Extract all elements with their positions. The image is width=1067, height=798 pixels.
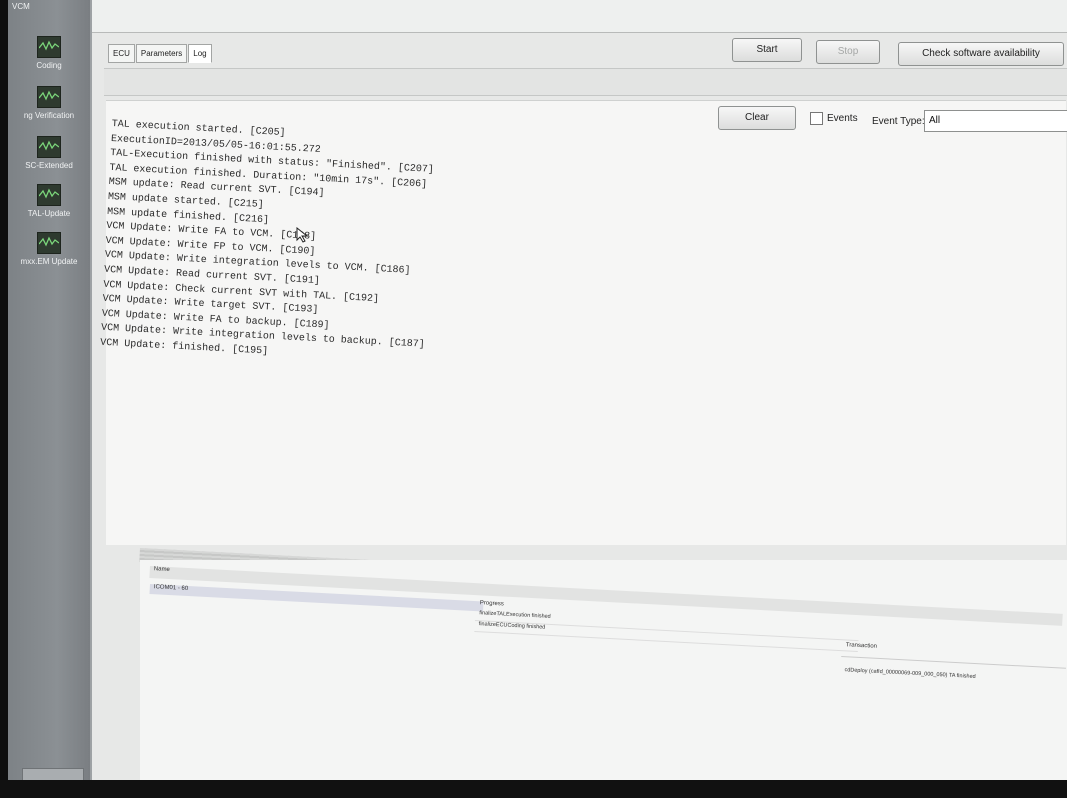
waveform-icon <box>37 184 61 206</box>
sidebar-item-sc-extended[interactable]: SC-Extended <box>8 136 90 170</box>
event-type-label: Event Type: <box>872 116 925 127</box>
waveform-icon <box>37 232 61 254</box>
sidebar-item-verification[interactable]: ng Verification <box>8 86 90 120</box>
launcher-sidebar: VCM Coding ng Verification SC-Extended T… <box>8 0 92 790</box>
sidebar-item-label: ng Verification <box>23 111 75 120</box>
tab-log[interactable]: Log <box>188 44 212 63</box>
mouse-cursor-icon <box>296 227 309 243</box>
secondary-toolbar <box>104 68 1067 96</box>
sidebar-item-label: VCM <box>12 2 30 11</box>
start-button[interactable]: Start <box>732 38 802 62</box>
sidebar-item-label: mxx.EM Update <box>20 257 78 266</box>
sidebar-item-coding[interactable]: Coding <box>8 36 90 70</box>
clear-button[interactable]: Clear <box>718 106 796 130</box>
events-label: Events <box>827 113 858 124</box>
sidebar-item-label: TAL-Update <box>27 209 71 218</box>
waveform-icon <box>37 136 61 158</box>
tab-bar: ECU Parameters Log <box>108 44 213 63</box>
events-toggle[interactable]: Events <box>810 112 858 125</box>
list-item[interactable]: cdDeploy (cafId_00000069-009_000_050) TA… <box>840 667 1065 691</box>
status-table-panel: Name ICOM01 - 60 Progress finalizeTALExe… <box>140 560 1067 790</box>
waveform-icon <box>37 86 61 108</box>
waveform-icon <box>37 36 61 58</box>
event-type-select[interactable]: All <box>924 110 1067 132</box>
sidebar-item-label: SC-Extended <box>25 161 73 170</box>
check-software-availability-button[interactable]: Check software availability <box>898 42 1064 66</box>
sidebar-item-em-update[interactable]: mxx.EM Update <box>8 232 90 266</box>
tab-parameters[interactable]: Parameters <box>135 44 188 63</box>
events-checkbox[interactable] <box>810 112 823 125</box>
log-lines: TAL execution started. [C205] ExecutionI… <box>100 119 436 369</box>
main-window: ECU Parameters Log Start Stop Check soft… <box>92 0 1067 790</box>
sidebar-item-tal-update[interactable]: TAL-Update <box>8 184 90 218</box>
top-strip <box>92 0 1067 33</box>
stop-button[interactable]: Stop <box>816 40 880 64</box>
sidebar-item-label: Coding <box>36 61 62 70</box>
log-panel[interactable]: TAL execution started. [C205] ExecutionI… <box>100 100 1066 545</box>
tab-ecu[interactable]: ECU <box>108 44 135 63</box>
monitor-bezel-bottom <box>0 780 1067 798</box>
sidebar-item-vcm[interactable]: VCM <box>8 2 90 11</box>
transaction-panel: Transaction cdDeploy (cafId_00000069-009… <box>839 642 1067 714</box>
